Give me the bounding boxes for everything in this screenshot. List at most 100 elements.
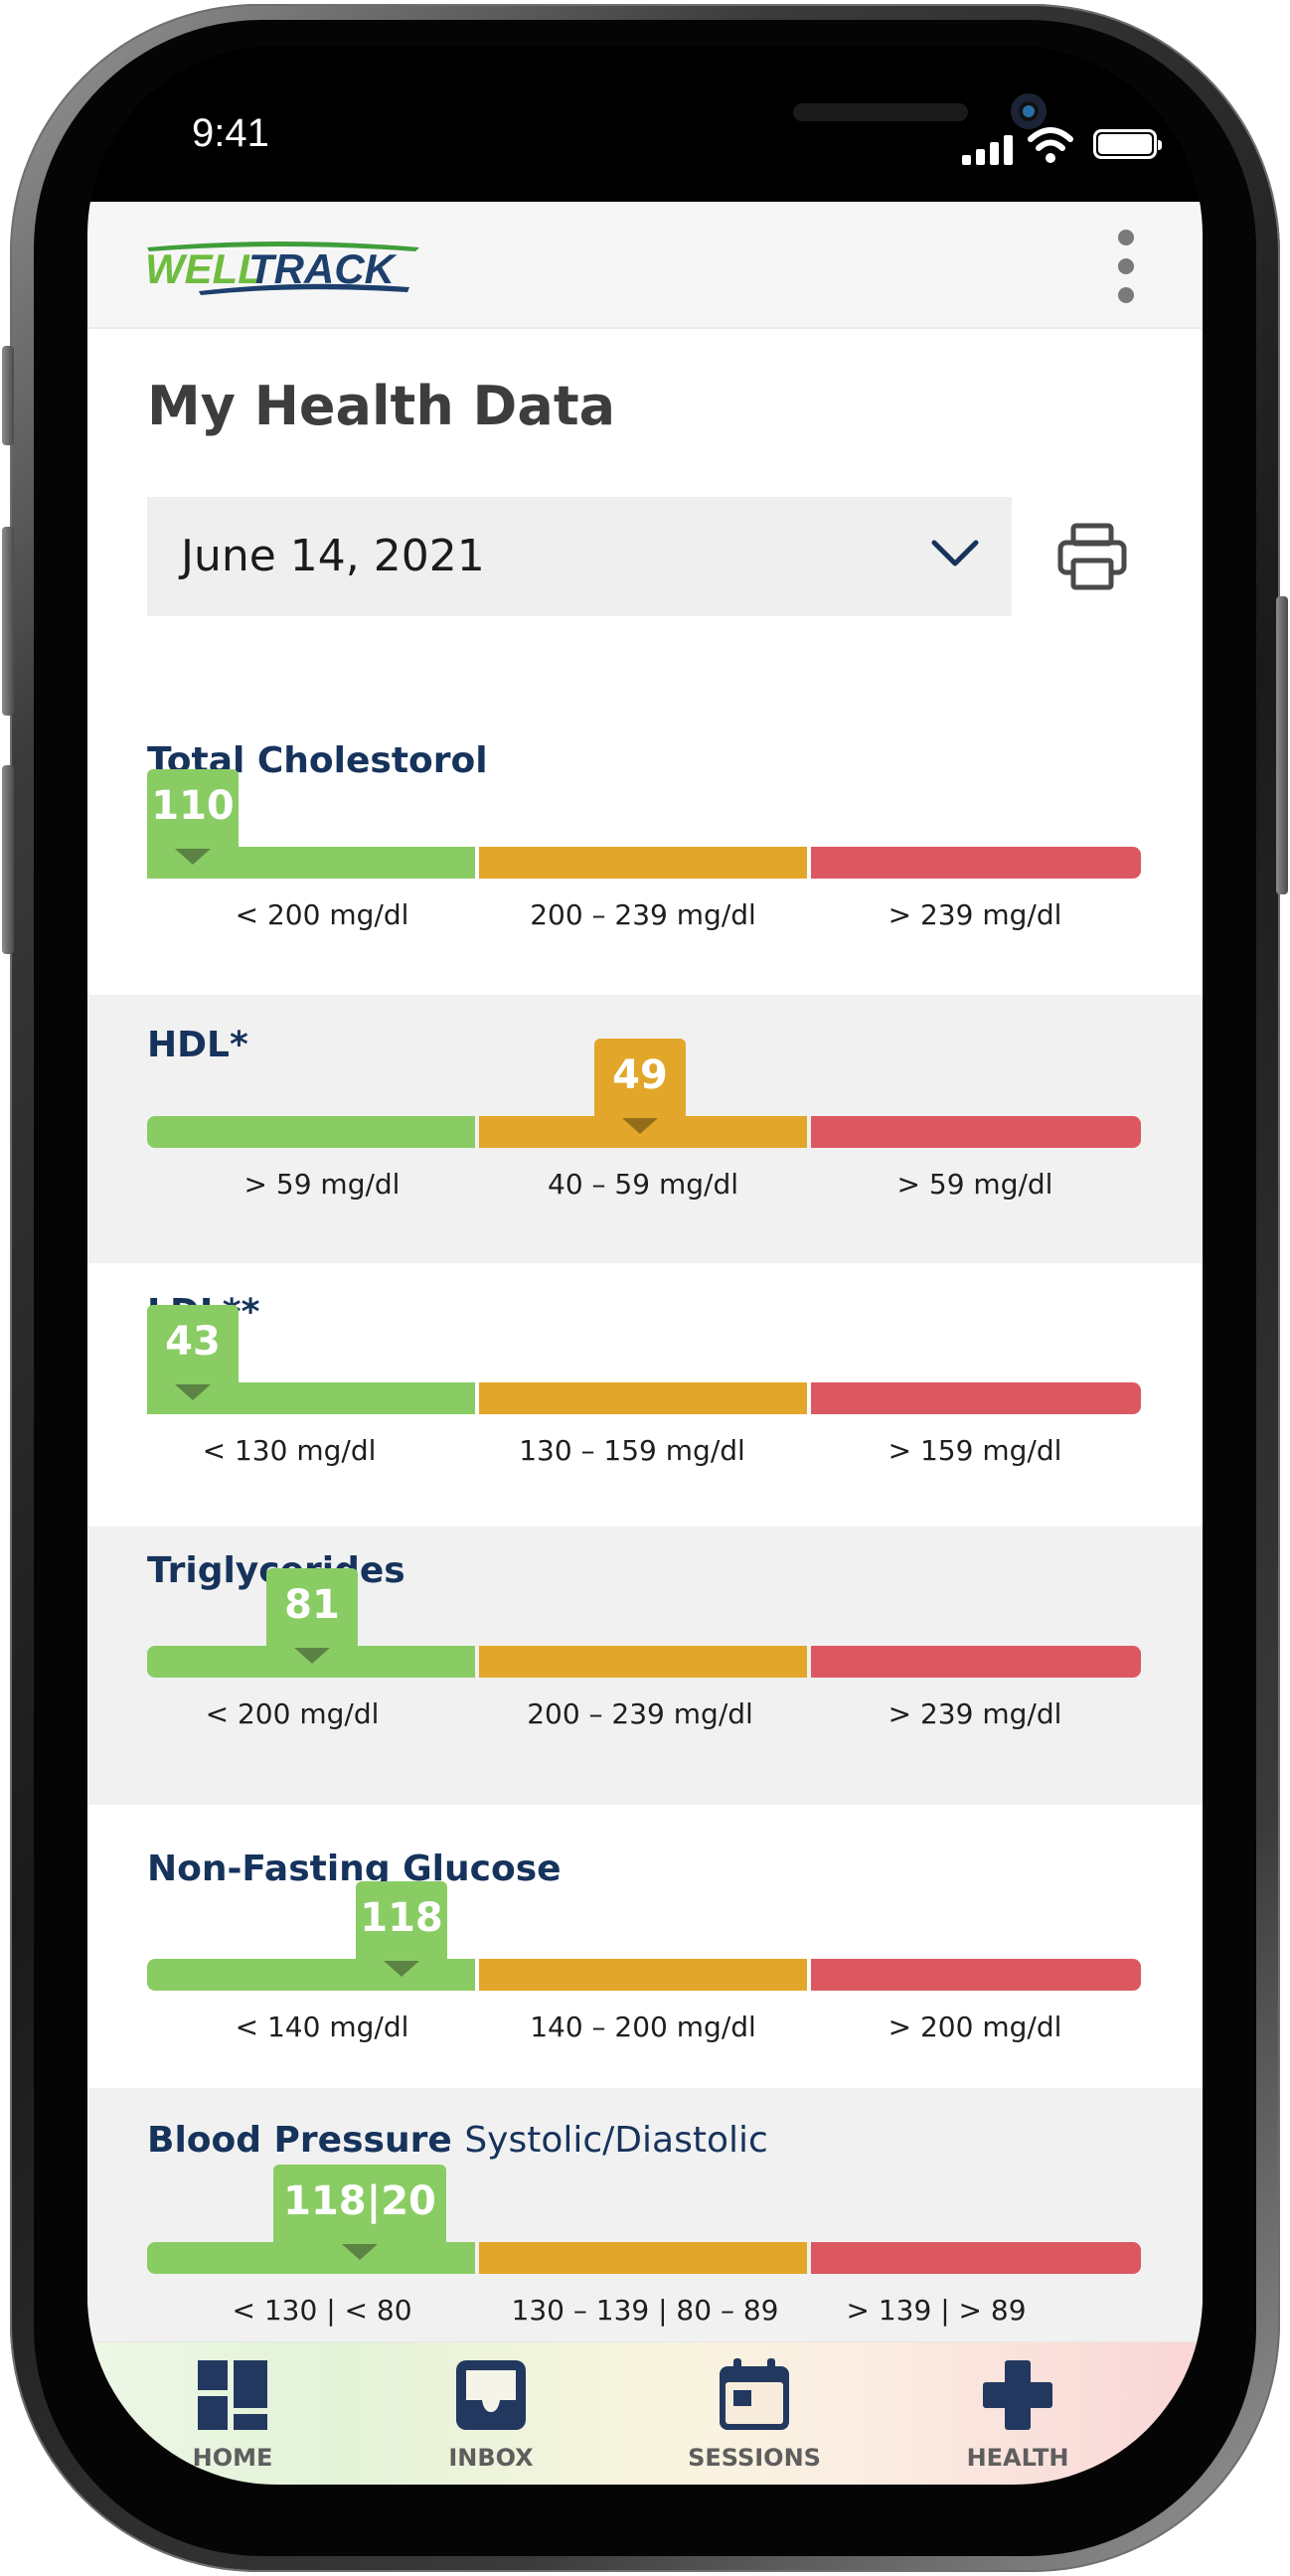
- app-header: WELL TRACK: [87, 202, 1203, 329]
- nav-home[interactable]: HOME: [143, 2358, 322, 2478]
- dashboard-icon: [198, 2360, 267, 2430]
- metric-value: 118|20: [283, 2178, 436, 2224]
- status-time: 9:41: [192, 111, 269, 155]
- nav-inbox[interactable]: INBOX: [402, 2358, 580, 2478]
- phone-screen: 9:41 WELL TRACK My Health Data June 14, …: [87, 46, 1203, 2485]
- svg-text:WELL: WELL: [145, 245, 263, 292]
- status-bar: 9:41: [87, 46, 1203, 202]
- print-icon[interactable]: [1057, 523, 1127, 590]
- range-label-high: > 159 mg/dl: [887, 1434, 1062, 1467]
- range-bar: 81 < 200 mg/dl 200 – 239 mg/dl > 239 mg/…: [147, 1568, 1141, 1730]
- range-segment-moderate: [479, 1646, 807, 1678]
- metric-total-cholesterol: Total Cholestorol 110 < 200 mg/dl 200 – …: [87, 726, 1203, 995]
- range-label-high: > 239 mg/dl: [887, 898, 1062, 931]
- value-marker: 110: [147, 769, 239, 879]
- range-label-moderate: 140 – 200 mg/dl: [530, 2011, 756, 2043]
- metric-name-text: HDL*: [147, 1025, 248, 1065]
- metric-hdl: HDL* 49 > 59 mg/dl 40 – 59 mg/dl > 59 mg…: [87, 995, 1203, 1263]
- signal-icon: [962, 133, 1016, 165]
- metric-value: 43: [165, 1319, 221, 1365]
- date-select[interactable]: June 14, 2021: [147, 497, 1012, 616]
- page-title: My Health Data: [147, 375, 616, 437]
- range-segment-high: [811, 2242, 1141, 2274]
- range-bar: 110 < 200 mg/dl 200 – 239 mg/dl > 239 mg…: [147, 769, 1141, 931]
- range-segment-moderate: [479, 2242, 807, 2274]
- range-bar: 43 < 130 mg/dl 130 – 159 mg/dl > 159 mg/…: [147, 1305, 1141, 1467]
- range-bar: 118 < 140 mg/dl 140 – 200 mg/dl > 200 mg…: [147, 1881, 1141, 2043]
- nav-label: SESSIONS: [688, 2444, 821, 2472]
- value-marker: 118|20: [273, 2165, 446, 2274]
- metric-blood-pressure: Blood Pressure Systolic/Diastolic 118|20…: [87, 2088, 1203, 2361]
- mute-switch: [2, 346, 14, 445]
- metric-non-fasting-glucose: Non-Fasting Glucose 118 < 140 mg/dl 140 …: [87, 1805, 1203, 2088]
- range-label-moderate: 130 – 139 | 80 – 89: [511, 2294, 779, 2327]
- metric-name-text: Non-Fasting Glucose: [147, 1849, 562, 1889]
- inbox-icon: [456, 2360, 526, 2430]
- range-segment-good: [147, 1116, 475, 1148]
- range-label-high: > 139 | > 89: [846, 2294, 1027, 2327]
- range-segment-high: [811, 1959, 1141, 1991]
- nav-health[interactable]: HEALTH: [928, 2358, 1107, 2478]
- marker-arrow-icon: [175, 849, 211, 865]
- nav-label: HOME: [192, 2444, 273, 2472]
- range-label-high: > 59 mg/dl: [896, 1168, 1053, 1201]
- metric-name-text: Blood Pressure: [147, 2120, 452, 2161]
- metric-name: Non-Fasting Glucose: [147, 1849, 562, 1889]
- welltrack-logo[interactable]: WELL TRACK: [139, 238, 427, 299]
- volume-up-button: [2, 527, 14, 716]
- range-segment-high: [811, 1646, 1141, 1678]
- value-marker: 43: [147, 1305, 239, 1414]
- range-segment-moderate: [479, 1959, 807, 1991]
- notch: [331, 46, 1047, 165]
- range-label-high: > 200 mg/dl: [887, 2011, 1062, 2043]
- svg-text:TRACK: TRACK: [248, 245, 398, 292]
- plus-icon: [983, 2360, 1052, 2430]
- range-label-moderate: 200 – 239 mg/dl: [530, 898, 756, 931]
- metric-value: 110: [151, 783, 235, 829]
- nav-label: HEALTH: [966, 2444, 1069, 2472]
- range-label-good: < 140 mg/dl: [235, 2011, 409, 2043]
- range-label-good: > 59 mg/dl: [243, 1168, 401, 1201]
- nav-sessions[interactable]: SESSIONS: [665, 2358, 844, 2478]
- range-label-moderate: 200 – 239 mg/dl: [527, 1697, 753, 1730]
- battery-icon: [1093, 129, 1162, 159]
- marker-arrow-icon: [622, 1118, 658, 1134]
- value-marker: 81: [266, 1568, 358, 1678]
- marker-arrow-icon: [294, 1648, 330, 1664]
- metric-name: HDL*: [147, 1025, 248, 1065]
- kebab-menu-icon[interactable]: [1111, 230, 1141, 303]
- date-select-value: June 14, 2021: [181, 531, 485, 581]
- volume-down-button: [2, 765, 14, 954]
- calendar-icon: [720, 2358, 789, 2430]
- range-segment-moderate: [479, 847, 807, 879]
- nav-label: INBOX: [448, 2444, 534, 2472]
- bottom-nav: HOME INBOX SESSIONS HEALTH: [87, 2341, 1203, 2485]
- marker-arrow-icon: [175, 1384, 211, 1400]
- metric-name-suffix: Systolic/Diastolic: [464, 2120, 768, 2161]
- range-segment-high: [811, 1116, 1141, 1148]
- range-segment-high: [811, 1382, 1141, 1414]
- metric-name: Blood Pressure Systolic/Diastolic: [147, 2120, 768, 2161]
- range-label-good: < 200 mg/dl: [205, 1697, 380, 1730]
- chevron-down-icon: [931, 540, 979, 566]
- range-bar: 118|20 < 130 | < 80 130 – 139 | 80 – 89 …: [147, 2165, 1141, 2327]
- power-button: [1276, 596, 1288, 894]
- speaker: [793, 103, 968, 121]
- range-label-moderate: 130 – 159 mg/dl: [519, 1434, 745, 1467]
- range-label-good: < 130 mg/dl: [202, 1434, 377, 1467]
- main-content: My Health Data June 14, 2021 Total Chole…: [87, 329, 1203, 2386]
- range-bar: 49 > 59 mg/dl 40 – 59 mg/dl > 59 mg/dl: [147, 1039, 1141, 1201]
- camera-icon: [1011, 93, 1047, 129]
- wifi-icon: [1028, 127, 1073, 163]
- value-marker: 49: [594, 1039, 686, 1148]
- metric-ldl: LDL** 43 < 130 mg/dl 130 – 159 mg/dl > 1…: [87, 1263, 1203, 1527]
- metric-triglycerides: Triglycerides 81 < 200 mg/dl 200 – 239 m…: [87, 1527, 1203, 1805]
- marker-arrow-icon: [342, 2244, 378, 2260]
- range-label-high: > 239 mg/dl: [887, 1697, 1062, 1730]
- metric-value: 49: [612, 1052, 668, 1098]
- metric-value: 81: [284, 1582, 340, 1628]
- range-segment-moderate: [479, 1382, 807, 1414]
- metric-value: 118: [360, 1895, 443, 1941]
- range-label-good: < 200 mg/dl: [235, 898, 409, 931]
- range-label-moderate: 40 – 59 mg/dl: [548, 1168, 738, 1201]
